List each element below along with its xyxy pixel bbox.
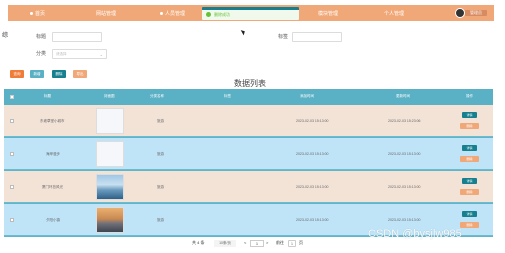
- user-label[interactable]: 管理员: [465, 10, 487, 16]
- title-input[interactable]: [52, 32, 102, 42]
- delete-row-button[interactable]: 删除: [460, 222, 479, 228]
- column-header-title[interactable]: 标题: [44, 94, 51, 99]
- select-all-checkbox[interactable]: [10, 95, 14, 99]
- column-header-added[interactable]: 添加时间: [300, 94, 314, 99]
- side-label: 综: [2, 33, 9, 39]
- search-button[interactable]: 查询: [10, 70, 24, 78]
- table-row: 海岸漫步 旅游 2023-02-03 15:13:00 2023-02-03 1…: [4, 138, 493, 170]
- nav-item-module[interactable]: 模块管理: [318, 10, 338, 17]
- column-header-updated[interactable]: 更新时间: [396, 94, 410, 99]
- cover-image: [96, 207, 124, 233]
- goto-page-input[interactable]: 1: [288, 240, 296, 247]
- category-select[interactable]: 请选择 ⌄: [52, 49, 107, 59]
- column-header-tag: 标签: [224, 94, 231, 98]
- home-icon: [30, 12, 33, 16]
- cell-updated: 2023-02-03 15:23:06: [388, 119, 421, 123]
- add-button[interactable]: 新增: [30, 70, 44, 78]
- cell-updated: 2023-02-03 15:13:00: [388, 218, 421, 222]
- column-header-actions: 操作: [466, 94, 473, 98]
- cover-image: [96, 174, 124, 200]
- tag-label: 标签: [278, 34, 289, 40]
- detail-button[interactable]: 详情: [462, 145, 477, 151]
- page-size-select[interactable]: 10条/页: [214, 240, 236, 247]
- title-label: 标题: [36, 34, 47, 40]
- avatar[interactable]: [455, 8, 465, 18]
- cell-added: 2023-02-03 15:13:00: [296, 152, 329, 156]
- success-icon: [206, 12, 211, 17]
- column-header-cover: 封面图: [104, 94, 115, 98]
- detail-button[interactable]: 详情: [462, 211, 477, 217]
- cell-added: 2023-02-03 15:13:00: [296, 185, 329, 189]
- watermark: CSDN @bysjlw985: [368, 228, 462, 240]
- table-row: 厦门环岛风光 旅游 2023-02-03 15:13:00 2023-02-03…: [4, 171, 493, 203]
- person-icon: [160, 12, 163, 16]
- cell-title: 东坡草堂小城市: [40, 119, 65, 123]
- cell-added: 2023-02-03 15:13:00: [296, 119, 329, 123]
- nav-item-home[interactable]: 首页: [30, 10, 45, 17]
- delete-button[interactable]: 删除: [52, 70, 66, 78]
- detail-button[interactable]: 详情: [462, 178, 477, 184]
- success-toast: 删除成功: [202, 7, 299, 20]
- cell-title: 夕阳小镇: [46, 218, 60, 222]
- prev-page-button[interactable]: <: [244, 240, 246, 245]
- table-row: 东坡草堂小城市 旅游 2023-02-03 15:13:00 2023-02-0…: [4, 105, 493, 137]
- row-checkbox[interactable]: [10, 185, 14, 189]
- export-button[interactable]: 导出: [73, 70, 87, 78]
- table-title: 数据列表: [234, 79, 266, 88]
- cell-category: 旅游: [157, 152, 164, 156]
- category-label: 分类: [36, 51, 47, 57]
- goto-label: 前往: [276, 240, 284, 245]
- nav-item-personal[interactable]: 个人管理: [384, 10, 404, 17]
- cell-category: 旅游: [157, 185, 164, 189]
- cell-updated: 2023-02-03 15:13:00: [388, 152, 421, 156]
- chevron-down-icon: ⌄: [99, 52, 103, 57]
- detail-button[interactable]: 详情: [462, 112, 477, 118]
- data-table: 标题 封面图 分类名称 标签 添加时间 更新时间 操作 东坡草堂小城市 旅游 2…: [4, 89, 493, 237]
- cell-title: 厦门环岛风光: [42, 185, 63, 189]
- row-checkbox[interactable]: [10, 218, 14, 222]
- nav-item-people[interactable]: 人员管理: [160, 10, 185, 17]
- cell-added: 2023-02-03 15:13:00: [296, 218, 329, 222]
- next-page-button[interactable]: >: [266, 240, 268, 245]
- pagination-total: 共 4 条: [192, 240, 205, 245]
- cover-image: [96, 141, 124, 167]
- row-checkbox[interactable]: [10, 152, 14, 156]
- cover-image: [96, 108, 124, 134]
- cell-updated: 2023-02-03 15:13:00: [388, 185, 421, 189]
- column-header-category[interactable]: 分类名称: [150, 94, 164, 99]
- table-header: 标题 封面图 分类名称 标签 添加时间 更新时间 操作: [4, 89, 493, 105]
- cell-title: 海岸漫步: [46, 152, 60, 156]
- nav-item-site[interactable]: 网站管理: [96, 10, 116, 17]
- page-unit-label: 页: [299, 240, 303, 245]
- delete-row-button[interactable]: 删除: [460, 189, 479, 195]
- cell-category: 旅游: [157, 119, 164, 123]
- page-number-current[interactable]: 1: [250, 240, 264, 247]
- toast-message: 删除成功: [214, 12, 230, 17]
- tag-input[interactable]: [292, 32, 342, 42]
- delete-row-button[interactable]: 删除: [460, 123, 479, 129]
- mouse-cursor-icon: [240, 28, 247, 36]
- cell-category: 旅游: [157, 218, 164, 222]
- row-checkbox[interactable]: [10, 119, 14, 123]
- delete-row-button[interactable]: 删除: [460, 156, 479, 162]
